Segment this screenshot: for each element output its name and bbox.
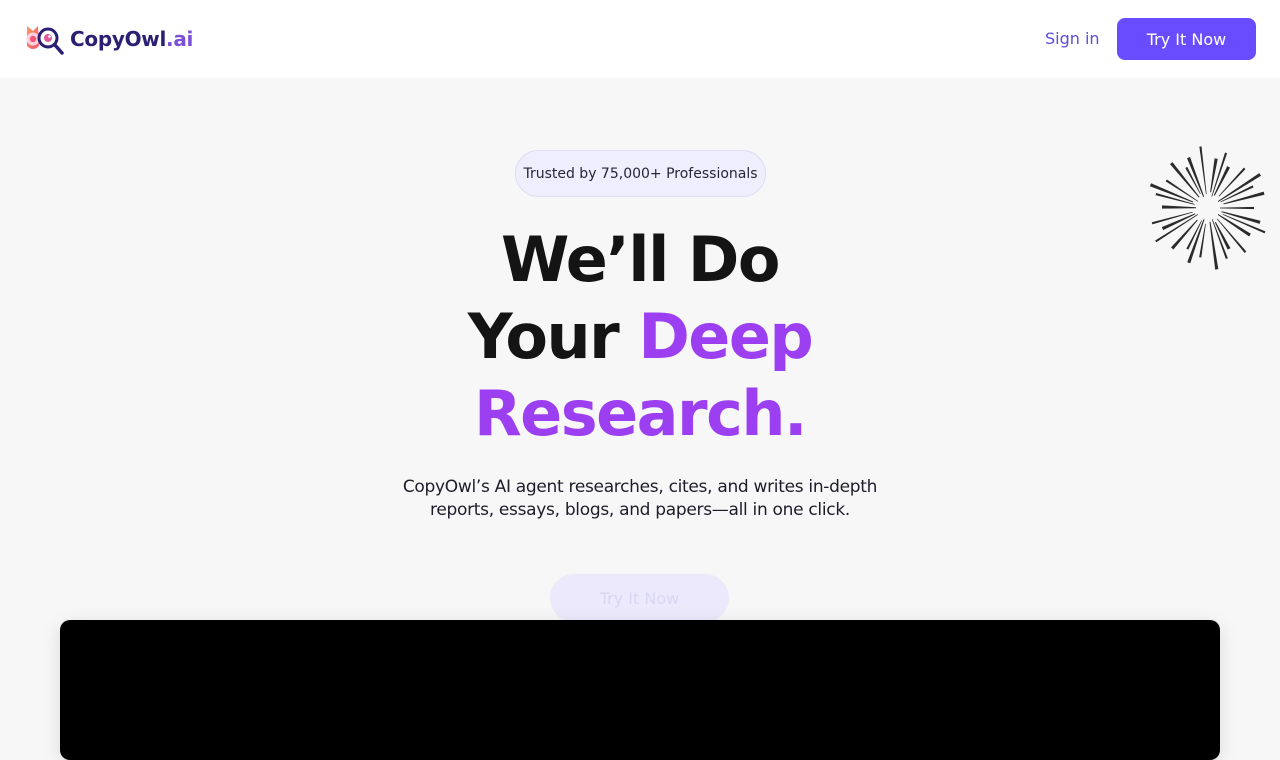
- starburst-ray: [1187, 157, 1205, 197]
- headline-line-3-accent: Research.: [473, 377, 808, 450]
- headline-line-2-accent: Deep: [638, 300, 813, 373]
- starburst-ray: [1187, 219, 1205, 264]
- hero-headline: We’ll Do Your Deep Research.: [0, 221, 1280, 452]
- trust-badge: Trusted by 75,000+ Professionals: [515, 150, 766, 197]
- starburst-ray: [1149, 183, 1194, 203]
- hero-try-it-now-button[interactable]: Try It Now: [550, 574, 729, 622]
- starburst-ray: [1155, 214, 1199, 243]
- logo-text: CopyOwl.ai: [70, 29, 193, 49]
- logo-tld: .ai: [166, 27, 194, 51]
- headline-line-2-plain: Your: [467, 300, 639, 373]
- hero-subheadline: CopyOwl’s AI agent researches, cites, an…: [402, 477, 878, 520]
- starburst-ray: [1210, 158, 1218, 193]
- site-header: CopyOwl.ai Sign in Try It Now: [0, 0, 1280, 78]
- try-it-now-button[interactable]: Try It Now: [1117, 18, 1256, 60]
- starburst-ray: [1161, 205, 1197, 209]
- owl-magnifier-logo-icon: [26, 26, 64, 55]
- product-video-frame[interactable]: [60, 620, 1220, 760]
- logo-name: CopyOwl: [70, 27, 167, 51]
- starburst-icon: [1149, 146, 1266, 270]
- trust-badge-text: Trusted by 75,000+ Professionals: [523, 165, 758, 182]
- logo[interactable]: CopyOwl.ai: [24, 22, 193, 56]
- starburst-ray: [1209, 221, 1219, 270]
- sign-in-link[interactable]: Sign in: [1045, 28, 1100, 50]
- headline-line-1: We’ll Do: [501, 223, 780, 296]
- starburst-ray: [1220, 206, 1254, 210]
- headline-line-2: Your Deep: [0, 298, 1280, 375]
